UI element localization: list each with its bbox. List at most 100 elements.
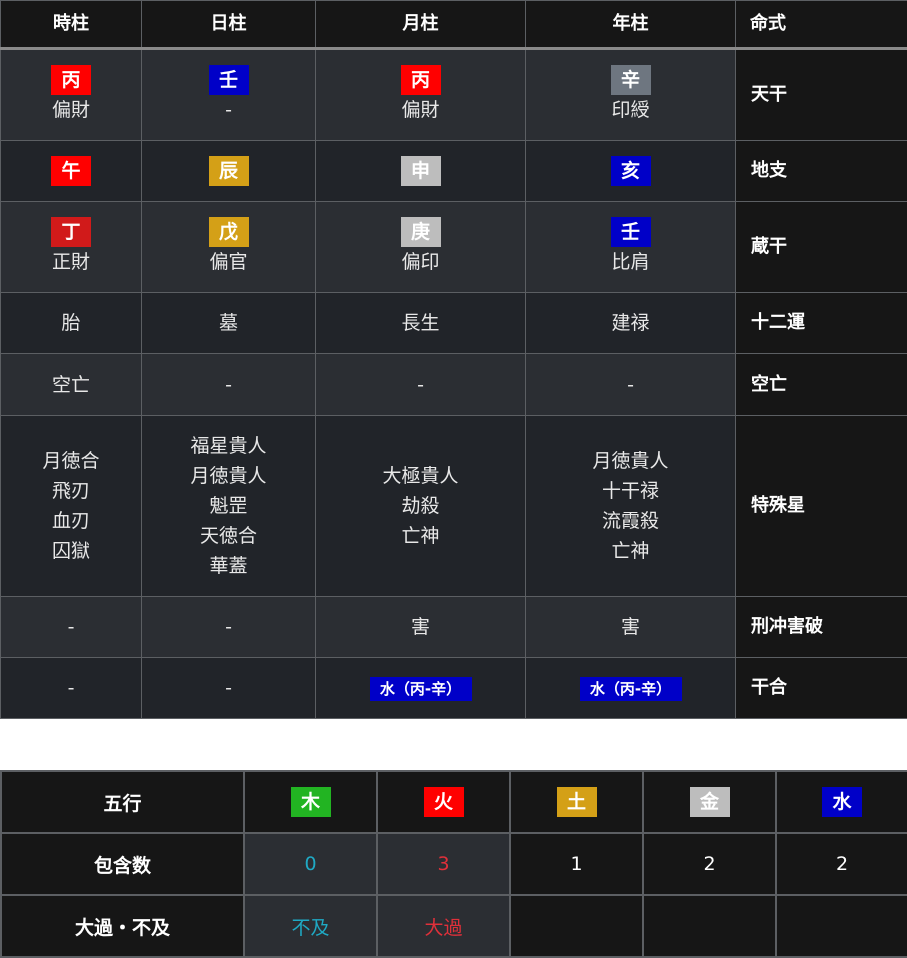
tokushusei-cell-nenchu: 月徳貴人 十干禄 流霞殺 亡神	[526, 416, 736, 597]
gogyo-label: 五行	[1, 771, 244, 833]
tsuhensei-label: 比肩	[526, 247, 735, 277]
row-label-chishi: 地支	[736, 141, 907, 202]
star-item: 天徳合	[142, 521, 315, 551]
zoukan-row: 丁 正財 戊 偏官 庚 偏印 壬 比肩 蔵干	[1, 202, 907, 293]
row-label-kubou: 空亡	[736, 354, 907, 416]
stem-badge: 丙	[51, 65, 91, 95]
gogyo-element-row: 五行 木 火 土 金 水	[1, 771, 907, 833]
element-cell-metal: 金	[643, 771, 776, 833]
gogyo-excess-row: 大過・不及 不及 大過	[1, 895, 907, 957]
star-item: 飛刃	[1, 476, 141, 506]
kangou-badge: 水（丙-辛）	[580, 677, 682, 701]
juniun-cell: 胎	[1, 293, 142, 354]
element-cell-fire: 火	[377, 771, 510, 833]
tokushusei-cell-nichu: 福星貴人 月徳貴人 魁罡 天徳合 華蓋	[142, 416, 316, 597]
star-item: 月徳貴人	[526, 446, 735, 476]
element-badge: 水	[822, 787, 862, 817]
chishi-cell-gecchu: 申	[316, 141, 526, 202]
excess-cell: 不及	[244, 895, 377, 957]
chishi-cell-nenchu: 亥	[526, 141, 736, 202]
kubou-row: 空亡 - - - 空亡	[1, 354, 907, 416]
tokushusei-cell-jichu: 月徳合 飛刃 血刃 囚獄	[1, 416, 142, 597]
stem-badge: 壬	[209, 65, 249, 95]
kubou-cell: -	[526, 354, 736, 416]
keichu-row: - - 害 害 刑冲害破	[1, 597, 907, 658]
excess-cell	[643, 895, 776, 957]
star-item: 月徳合	[1, 446, 141, 476]
zoukan-cell-nenchu: 壬 比肩	[526, 202, 736, 293]
star-item: 囚獄	[1, 536, 141, 566]
hidden-stem-badge: 戊	[209, 217, 249, 247]
element-cell-water: 水	[776, 771, 907, 833]
hidden-stem-badge: 丁	[51, 217, 91, 247]
header-jichu: 時柱	[1, 1, 142, 49]
header-nenchu: 年柱	[526, 1, 736, 49]
keichu-cell: -	[1, 597, 142, 658]
header-gecchu: 月柱	[316, 1, 526, 49]
branch-badge: 辰	[209, 156, 249, 186]
kangou-cell: 水（丙-辛）	[316, 658, 526, 719]
element-badge: 金	[690, 787, 730, 817]
element-badge: 火	[424, 787, 464, 817]
chishi-cell-nichu: 辰	[142, 141, 316, 202]
juniun-row: 胎 墓 長生 建禄 十二運	[1, 293, 907, 354]
count-label: 包含数	[1, 833, 244, 895]
header-meishiki: 命式	[736, 1, 907, 49]
tenkan-row: 丙 偏財 壬 - 丙 偏財 辛 印綬 天干	[1, 49, 907, 141]
tokushusei-cell-gecchu: 大極貴人 劫殺 亡神	[316, 416, 526, 597]
tokushusei-row: 月徳合 飛刃 血刃 囚獄 福星貴人 月徳貴人 魁罡 天徳合 華蓋 大極貴人 劫殺…	[1, 416, 907, 597]
star-item: 劫殺	[316, 491, 525, 521]
kangou-row: - - 水（丙-辛） 水（丙-辛） 干合	[1, 658, 907, 719]
tenkan-cell-gecchu: 丙 偏財	[316, 49, 526, 141]
star-item: 魁罡	[142, 491, 315, 521]
keichu-cell: 害	[316, 597, 526, 658]
tsuhensei-label: 偏官	[142, 247, 315, 277]
star-item: 亡神	[316, 521, 525, 551]
keichu-cell: -	[142, 597, 316, 658]
tsuhensei-label: 偏財	[316, 95, 525, 125]
excess-cell	[776, 895, 907, 957]
element-cell-wood: 木	[244, 771, 377, 833]
kangou-cell: -	[142, 658, 316, 719]
star-item: 大極貴人	[316, 461, 525, 491]
juniun-cell: 長生	[316, 293, 526, 354]
kubou-cell: -	[316, 354, 526, 416]
star-item: 福星貴人	[142, 431, 315, 461]
star-item: 流霞殺	[526, 506, 735, 536]
element-badge: 土	[557, 787, 597, 817]
juniun-cell: 建禄	[526, 293, 736, 354]
branch-badge: 亥	[611, 156, 651, 186]
hidden-stem-badge: 庚	[401, 217, 441, 247]
juniun-cell: 墓	[142, 293, 316, 354]
header-row: 時柱 日柱 月柱 年柱 命式	[1, 1, 907, 49]
element-cell-earth: 土	[510, 771, 643, 833]
kangou-cell: 水（丙-辛）	[526, 658, 736, 719]
chishi-row: 午 辰 申 亥 地支	[1, 141, 907, 202]
row-label-zoukan: 蔵干	[736, 202, 907, 293]
keichu-cell: 害	[526, 597, 736, 658]
star-item: 十干禄	[526, 476, 735, 506]
meishiki-table: 時柱 日柱 月柱 年柱 命式 丙 偏財 壬 - 丙 偏財 辛 印綬	[0, 0, 907, 719]
branch-badge: 申	[401, 156, 441, 186]
gogyo-count-row: 包含数 0 3 1 2 2	[1, 833, 907, 895]
tenkan-cell-nichu: 壬 -	[142, 49, 316, 141]
section-gap	[0, 719, 907, 770]
tsuhensei-label: 正財	[1, 247, 141, 277]
excess-label: 大過・不及	[1, 895, 244, 957]
count-cell: 0	[244, 833, 377, 895]
tenkan-cell-nenchu: 辛 印綬	[526, 49, 736, 141]
star-item: 亡神	[526, 536, 735, 566]
stem-badge: 辛	[611, 65, 651, 95]
kangou-cell: -	[1, 658, 142, 719]
excess-cell	[510, 895, 643, 957]
row-label-tokushusei: 特殊星	[736, 416, 907, 597]
zoukan-cell-gecchu: 庚 偏印	[316, 202, 526, 293]
zoukan-cell-nichu: 戊 偏官	[142, 202, 316, 293]
kubou-cell: 空亡	[1, 354, 142, 416]
count-cell: 2	[776, 833, 907, 895]
tsuhensei-label: -	[142, 95, 315, 125]
kangou-badge: 水（丙-辛）	[370, 677, 472, 701]
count-cell: 2	[643, 833, 776, 895]
element-badge: 木	[291, 787, 331, 817]
star-item: 血刃	[1, 506, 141, 536]
